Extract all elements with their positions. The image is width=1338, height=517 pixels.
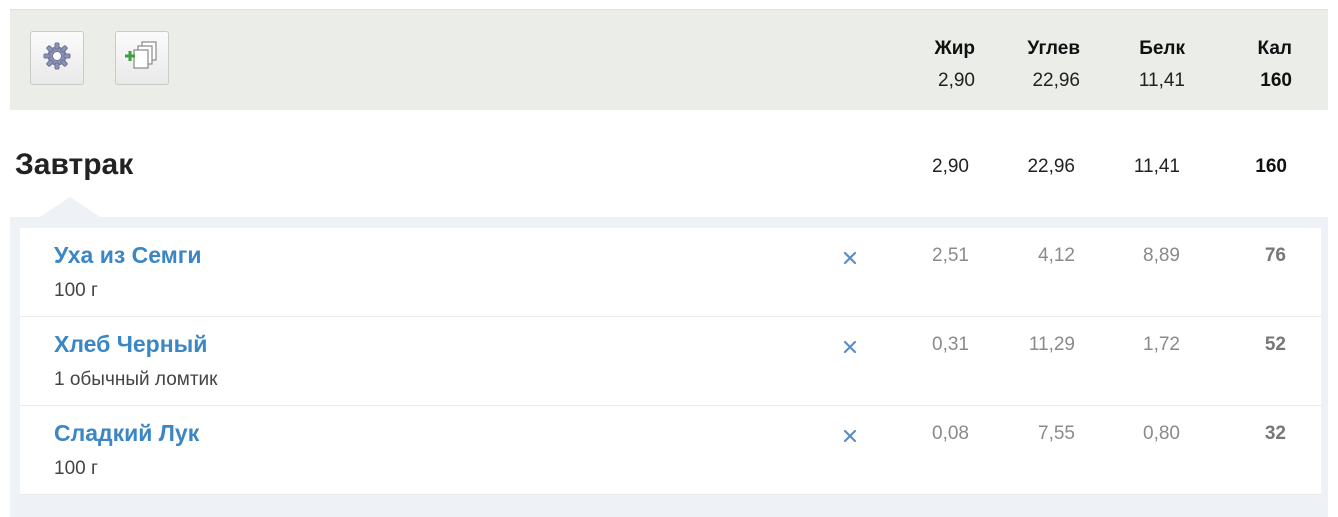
food-portion: 100 г [54, 280, 98, 301]
food-protein: 8,89 [1143, 245, 1180, 266]
food-cal: 32 [1264, 423, 1286, 444]
food-protein: 1,72 [1143, 334, 1180, 355]
meal-title: Завтрак [15, 148, 134, 181]
add-copy-icon [122, 39, 162, 78]
carbs-total: 22,96 [1032, 70, 1080, 91]
food-entry-list: Уха из Семги 100 г 2,51 4,12 8,89 76 Хле… [20, 228, 1321, 495]
cal-total: 160 [1260, 70, 1292, 91]
meal-protein: 11,41 [1133, 156, 1180, 177]
delete-x-icon[interactable] [840, 426, 860, 446]
meal-carbs: 22,96 [1027, 156, 1075, 177]
meal-cal: 160 [1255, 156, 1287, 177]
food-carbs: 7,55 [1038, 423, 1075, 444]
meal-fat: 2,90 [932, 156, 969, 177]
food-name-link[interactable]: Хлеб Черный [54, 331, 207, 358]
food-portion: 100 г [54, 458, 98, 479]
food-entry: Сладкий Лук 100 г 0,08 7,55 0,80 32 [20, 406, 1321, 495]
food-protein: 0,80 [1143, 423, 1180, 444]
summary-protein-column: Белк 11,41 [1075, 33, 1185, 97]
food-entry: Уха из Семги 100 г 2,51 4,12 8,89 76 [20, 228, 1321, 317]
food-fat: 2,51 [932, 245, 969, 266]
summary-fat-column: Жир 2,90 [865, 33, 975, 97]
food-portion: 1 обычный ломтик [54, 369, 218, 390]
protein-header: Белк [1139, 38, 1185, 59]
carbs-header: Углев [1027, 38, 1080, 59]
food-entry: Хлеб Черный 1 обычный ломтик 0,31 11,29 … [20, 317, 1321, 406]
fat-total: 2,90 [938, 70, 975, 91]
food-fat: 0,08 [932, 423, 969, 444]
cal-header: Кал [1257, 38, 1292, 59]
food-name-link[interactable]: Уха из Семги [54, 242, 202, 269]
food-carbs: 11,29 [1028, 334, 1075, 355]
food-cal: 52 [1264, 334, 1286, 355]
summary-bar: Жир 2,90 Углев 22,96 Белк 11,41 Кал 160 [10, 9, 1328, 110]
summary-cal-column: Кал 160 [1182, 33, 1292, 97]
settings-button[interactable] [30, 31, 84, 85]
fat-header: Жир [934, 38, 975, 59]
delete-x-icon[interactable] [840, 248, 860, 268]
add-copy-button[interactable] [115, 31, 169, 85]
food-fat: 0,31 [932, 334, 969, 355]
food-carbs: 4,12 [1038, 245, 1075, 266]
food-name-link[interactable]: Сладкий Лук [54, 420, 199, 447]
delete-x-icon[interactable] [840, 337, 860, 357]
protein-total: 11,41 [1138, 70, 1185, 91]
food-cal: 76 [1264, 245, 1286, 266]
panel-pointer [40, 197, 100, 217]
gear-icon [42, 41, 72, 76]
summary-carbs-column: Углев 22,96 [970, 33, 1080, 97]
